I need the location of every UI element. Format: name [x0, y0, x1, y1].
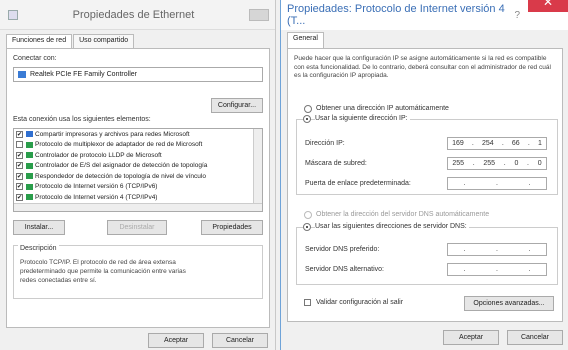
tab-general[interactable]: General — [287, 32, 324, 48]
left-window-title: Propiedades de Ethernet — [72, 8, 195, 21]
auto-dns-label: Obtener la dirección del servidor DNS au… — [316, 211, 490, 218]
list-item[interactable]: ✔ Respondedor de detección de topología d… — [14, 171, 262, 182]
ip-groupbox: Usar la siguiente dirección IP: Direcció… — [296, 115, 558, 195]
uninstall-button[interactable]: Desinstalar — [107, 220, 167, 235]
list-item[interactable]: ✔ Controlador de protocolo LLDP de Micros… — [14, 150, 262, 161]
validate-label: Validar configuración al salir — [316, 299, 404, 306]
list-item[interactable]: ✔ Compartir impresoras y archivos para re… — [14, 129, 262, 140]
left-tabs: Funciones de red Uso compartido — [0, 30, 275, 48]
manual-dns-radio[interactable] — [303, 223, 311, 231]
subnet-mask-label: Máscara de subred: — [305, 160, 367, 167]
close-icon[interactable]: ✕ — [528, 0, 568, 12]
protocol-icon — [26, 173, 33, 180]
list-item[interactable]: ✔ Protocolo de Internet versión 4 (TCP/IP… — [14, 192, 262, 203]
printer-share-icon — [26, 131, 33, 138]
right-titlebar[interactable]: Propiedades: Protocolo de Internet versi… — [281, 0, 568, 30]
left-titlebar[interactable]: Propiedades de Ethernet — [0, 0, 275, 30]
network-icon — [8, 9, 18, 20]
left-tab-panel: Conectar con: Realtek PCIe FE Family Con… — [6, 48, 270, 328]
description-groupbox: Descripción Protocolo TCP/IP. El protoco… — [13, 245, 263, 299]
left-cancel-button[interactable]: Cancelar — [212, 333, 268, 348]
subnet-mask-input[interactable]: 255. 255. 0. 0 — [447, 157, 547, 170]
tab-uso-compartido[interactable]: Uso compartido — [73, 34, 135, 48]
connect-using-label: Conectar con: — [13, 55, 57, 62]
description-text: Protocolo TCP/IP. El protocolo de red de… — [20, 259, 186, 284]
adapter-field: Realtek PCIe FE Family Controller — [13, 67, 263, 82]
advanced-options-button[interactable]: Opciones avanzadas... — [464, 296, 554, 311]
item-checkbox[interactable]: ✔ — [16, 151, 23, 159]
list-vertical-scrollbar[interactable] — [253, 129, 262, 205]
right-accept-button[interactable]: Aceptar — [443, 330, 499, 345]
manual-ip-radio[interactable] — [303, 115, 311, 123]
manual-dns-label: Usar las siguientes direcciones de servi… — [315, 223, 469, 230]
right-cancel-button[interactable]: Cancelar — [507, 330, 563, 345]
manual-ip-label: Usar la siguiente dirección IP: — [315, 115, 410, 122]
auto-ip-label: Obtener una dirección IP automáticamente — [316, 105, 449, 112]
left-accept-button[interactable]: Aceptar — [148, 333, 204, 348]
list-item[interactable]: Protocolo de multiplexor de adaptador de… — [14, 140, 262, 151]
list-item[interactable]: ✔ Controlador de E/S del asignador de det… — [14, 161, 262, 172]
protocol-icon — [26, 152, 33, 159]
protocol-icon — [26, 162, 33, 169]
item-checkbox[interactable] — [16, 141, 23, 149]
gateway-label: Puerta de enlace predeterminada: — [305, 180, 411, 187]
validate-checkbox[interactable] — [304, 299, 311, 306]
list-item[interactable]: ✔ Protocolo de Internet versión 6 (TCP/IP… — [14, 182, 262, 193]
items-label: Esta conexión usa los siguientes element… — [13, 116, 151, 123]
item-label: Respondedor de detección de topología de… — [35, 172, 206, 180]
item-label: Controlador de E/S del asignador de dete… — [35, 162, 208, 170]
item-checkbox[interactable]: ✔ — [16, 130, 23, 138]
alternate-dns-input[interactable]: ... — [447, 263, 547, 276]
gateway-input[interactable]: ... — [447, 177, 547, 190]
preferred-dns-input[interactable]: ... — [447, 243, 547, 256]
protocol-icon — [26, 141, 33, 148]
tab-funciones-de-red[interactable]: Funciones de red — [6, 34, 73, 48]
auto-dns-radio[interactable] — [304, 211, 312, 219]
item-label: Protocolo de multiplexor de adaptador de… — [35, 141, 203, 149]
item-label: Controlador de protocolo LLDP de Microso… — [35, 151, 162, 159]
ipv4-properties-window: Propiedades: Protocolo de Internet versi… — [280, 0, 568, 350]
help-icon[interactable]: ? — [514, 10, 520, 21]
item-label: Compartir impresoras y archivos para red… — [35, 130, 190, 138]
item-checkbox[interactable]: ✔ — [16, 193, 23, 201]
description-label: Descripción — [18, 245, 59, 252]
right-window-title: Propiedades: Protocolo de Internet versi… — [287, 3, 505, 27]
protocol-icon — [26, 194, 33, 201]
intro-text: Puede hacer que la configuración IP se a… — [294, 55, 551, 79]
ip-address-label: Dirección IP: — [305, 140, 345, 147]
item-label: Protocolo de Internet versión 6 (TCP/IPv… — [35, 183, 158, 191]
close-icon[interactable] — [249, 8, 269, 21]
preferred-dns-label: Servidor DNS preferido: — [305, 246, 380, 253]
dns-groupbox: Usar las siguientes direcciones de servi… — [296, 223, 558, 285]
protocol-icon — [26, 183, 33, 190]
components-list[interactable]: ✔ Compartir impresoras y archivos para re… — [13, 128, 263, 212]
properties-button[interactable]: Propiedades — [201, 220, 263, 235]
ethernet-properties-window: Propiedades de Ethernet Funciones de red… — [0, 0, 276, 350]
adapter-name: Realtek PCIe FE Family Controller — [30, 71, 137, 78]
adapter-icon — [18, 71, 26, 78]
right-tab-panel: Puede hacer que la configuración IP se a… — [287, 48, 563, 322]
alternate-dns-label: Servidor DNS alternativo: — [305, 266, 384, 273]
ip-address-input[interactable]: 169. 254. 66. 1 — [447, 137, 547, 150]
install-button[interactable]: Instalar... — [13, 220, 65, 235]
right-tabs: General — [281, 30, 568, 48]
item-checkbox[interactable]: ✔ — [16, 162, 23, 170]
item-checkbox[interactable]: ✔ — [16, 183, 23, 191]
components-list-items: ✔ Compartir impresoras y archivos para re… — [14, 129, 262, 203]
configure-button[interactable]: Configurar... — [211, 98, 263, 113]
item-checkbox[interactable]: ✔ — [16, 172, 23, 180]
list-horizontal-scrollbar[interactable] — [14, 203, 262, 211]
auto-ip-radio[interactable] — [304, 105, 312, 113]
item-label: Protocolo de Internet versión 4 (TCP/IPv… — [35, 193, 158, 201]
